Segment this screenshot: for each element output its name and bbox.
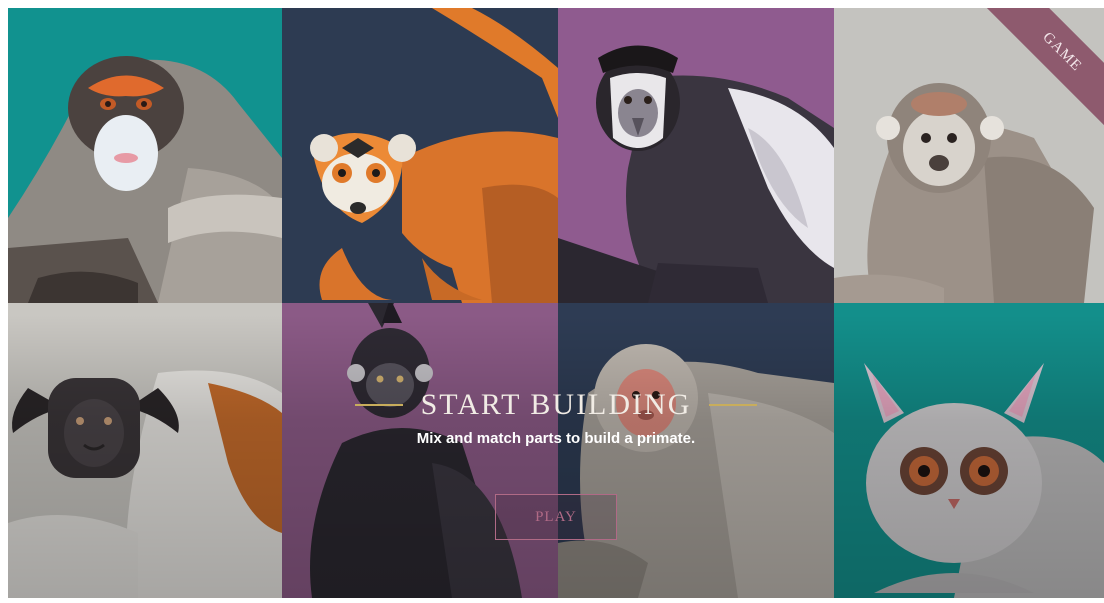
title-right-rule — [709, 404, 758, 406]
de-brazza-monkey-illustration — [8, 8, 282, 303]
game-corner-badge: GAME — [984, 8, 1104, 128]
tile-de-brazza-monkey — [8, 8, 282, 303]
tile-macaque — [558, 303, 834, 598]
crowned-lemur-illustration — [282, 8, 558, 303]
game-badge-label: GAME — [1039, 28, 1086, 75]
game-badge-band: GAME — [984, 8, 1104, 128]
hero-block: START BUILDING Mix and match parts to bu… — [8, 388, 1104, 447]
colobus-monkey-illustration — [558, 8, 834, 303]
tile-crowned-lemur — [282, 8, 558, 303]
tamarin-illustration — [8, 303, 282, 598]
tile-langur — [282, 303, 558, 598]
tile-bushbaby — [834, 303, 1104, 598]
hero-title-row: START BUILDING — [8, 388, 1104, 422]
langur-illustration — [282, 303, 558, 598]
bushbaby-illustration — [834, 303, 1104, 598]
play-button[interactable]: PLAY — [495, 494, 617, 540]
title-left-rule — [354, 404, 403, 406]
game-hero-frame: GAME START BUILDING Mix and match parts … — [8, 8, 1104, 598]
hero-subtitle: Mix and match parts to build a primate. — [416, 430, 696, 447]
macaque-illustration — [558, 303, 834, 598]
tile-colobus-monkey — [558, 8, 834, 303]
tile-tamarin — [8, 303, 282, 598]
hero-title: START BUILDING — [420, 388, 692, 421]
